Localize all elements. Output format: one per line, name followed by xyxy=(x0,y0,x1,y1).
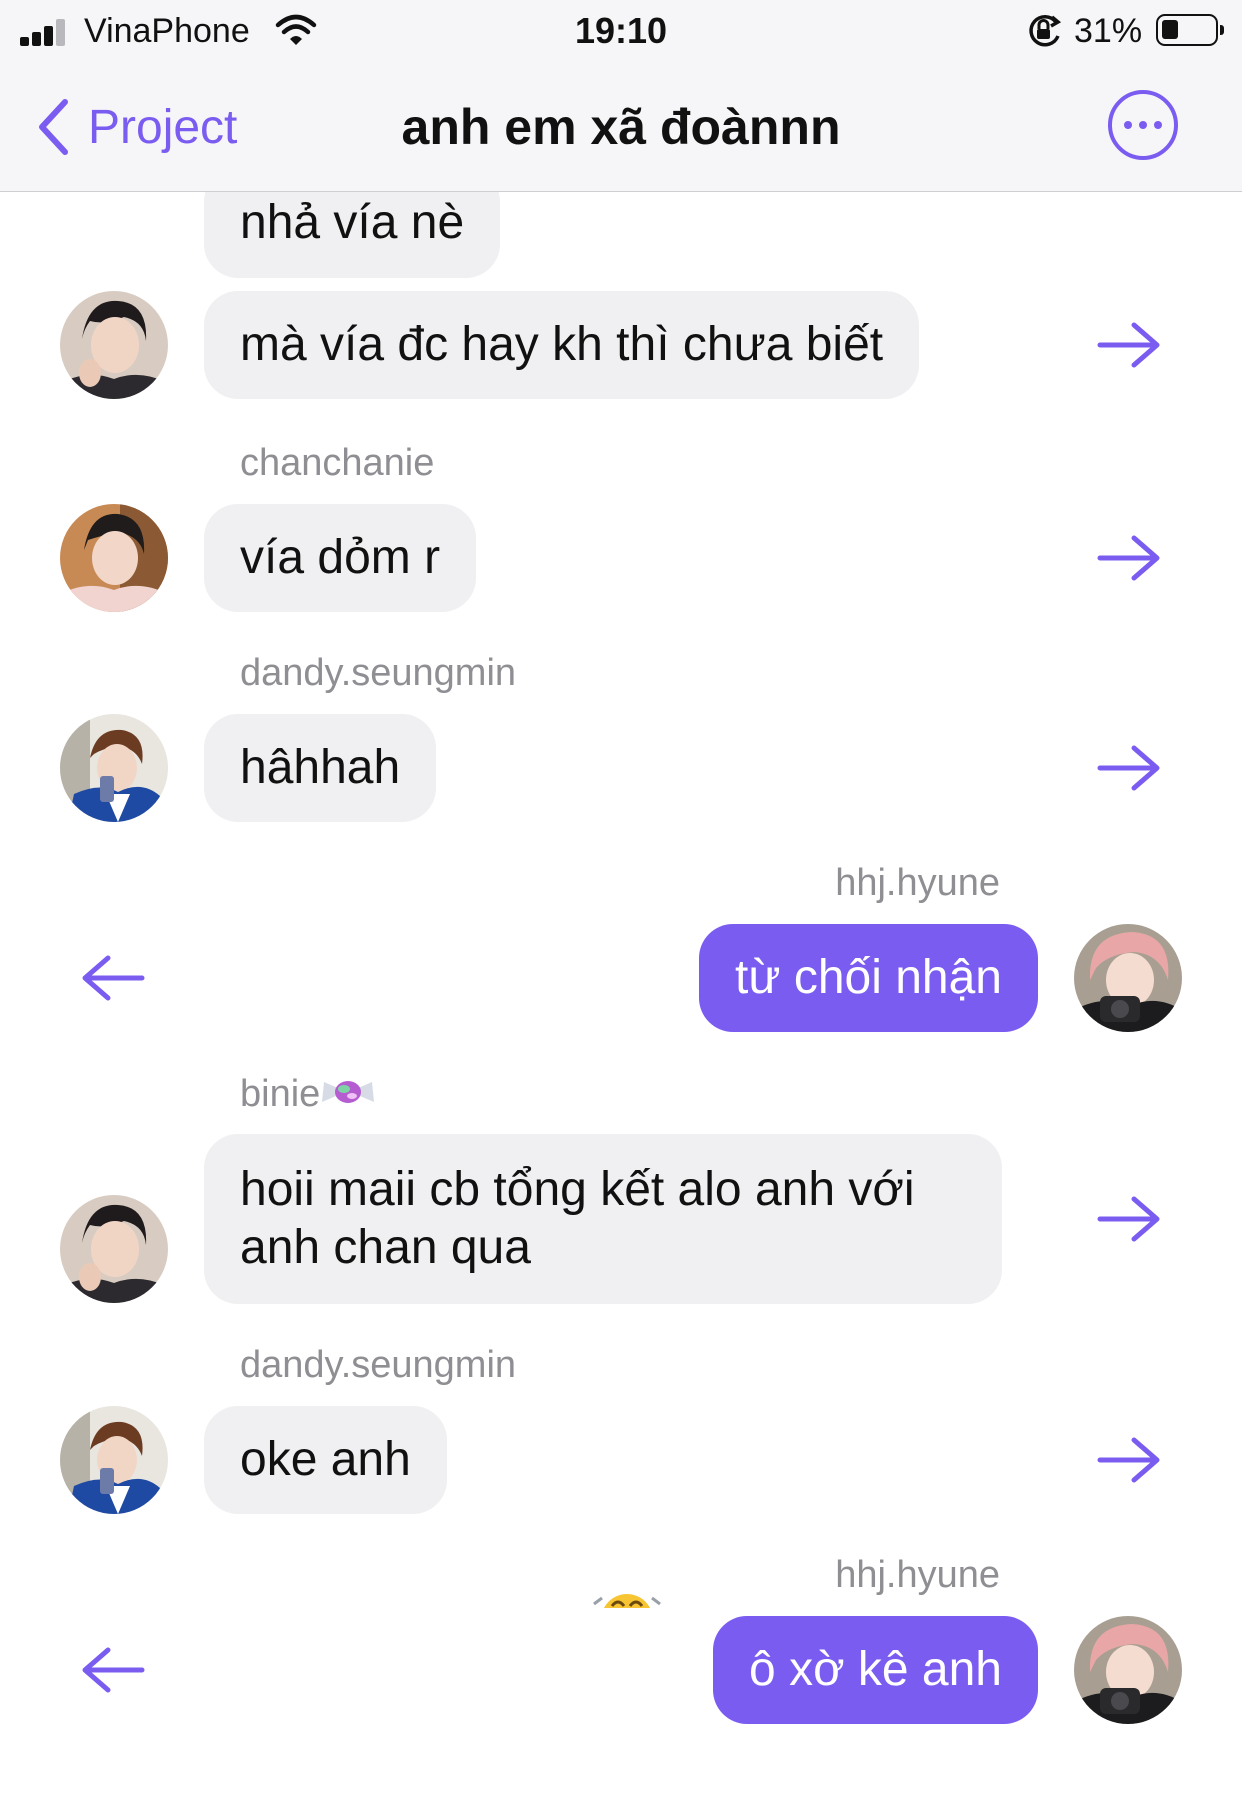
avatar[interactable] xyxy=(60,504,168,612)
forward-arrow-icon[interactable] xyxy=(1096,1194,1162,1244)
forward-arrow-icon[interactable] xyxy=(1096,1435,1162,1485)
sender-name: dandy.seungmin xyxy=(240,1344,517,1386)
message-bubble[interactable]: hoii maii cb tổng kết alo anh với anh ch… xyxy=(204,1134,1002,1304)
sender-name: binie xyxy=(240,1072,376,1116)
message-text: hoii maii cb tổng kết alo anh với anh ch… xyxy=(240,1163,915,1274)
message-text: ô xờ kê anh xyxy=(749,1643,1002,1696)
more-options-icon xyxy=(1124,121,1132,129)
message-text: vía dỏm r xyxy=(240,531,441,584)
more-options-button[interactable] xyxy=(1108,90,1178,160)
laughing-emoji-icon xyxy=(593,1594,661,1608)
avatar[interactable] xyxy=(60,1406,168,1514)
message-text: nhả vía nè xyxy=(240,196,465,249)
avatar[interactable] xyxy=(1074,1616,1182,1724)
orientation-lock-icon xyxy=(1024,12,1064,55)
avatar[interactable] xyxy=(1074,924,1182,1032)
message-text: hâhhah xyxy=(240,741,401,794)
sender-name: chanchanie xyxy=(240,442,435,484)
battery-icon xyxy=(1156,14,1224,46)
status-bar: VinaPhone 19:10 31% xyxy=(0,0,1242,64)
message-bubble[interactable]: vía dỏm r xyxy=(204,504,477,612)
candy-emoji-icon xyxy=(322,1081,375,1103)
message-bubble[interactable]: mà vía đc hay kh thì chưa biết xyxy=(204,291,920,399)
message-bubble[interactable]: ô xờ kê anh xyxy=(713,1616,1038,1724)
avatar[interactable] xyxy=(60,291,168,399)
message-bubble[interactable]: nhả vía nè xyxy=(204,192,501,278)
message-bubble[interactable]: từ chối nhận xyxy=(699,924,1038,1032)
message-text: mà vía đc hay kh thì chưa biết xyxy=(240,318,884,371)
battery-percentage: 31% xyxy=(1074,12,1143,50)
forward-arrow-icon[interactable] xyxy=(1096,743,1162,793)
forward-arrow-icon[interactable] xyxy=(1096,320,1162,370)
message-bubble[interactable]: hâhhah xyxy=(204,714,437,822)
avatar[interactable] xyxy=(60,714,168,822)
sender-name: dandy.seungmin xyxy=(240,652,517,694)
reply-arrow-icon[interactable] xyxy=(80,953,146,1003)
reply-arrow-icon[interactable] xyxy=(80,1645,146,1695)
chat-title: anh em xã đoànnn xyxy=(401,99,841,155)
message-text: từ chối nhận xyxy=(735,951,1002,1004)
sender-name: hhj.hyune xyxy=(835,862,1000,904)
message-text: oke anh xyxy=(240,1433,411,1486)
forward-arrow-icon[interactable] xyxy=(1096,533,1162,583)
avatar[interactable] xyxy=(60,1195,168,1303)
sender-name: hhj.hyune xyxy=(835,1554,1000,1596)
navigation-bar: Project anh em xã đoànnn xyxy=(0,64,1242,192)
message-bubble[interactable]: oke anh xyxy=(204,1406,447,1514)
message-list[interactable]: nhả vía nè mà vía đc hay kh thì chưa biế… xyxy=(0,192,1242,1801)
